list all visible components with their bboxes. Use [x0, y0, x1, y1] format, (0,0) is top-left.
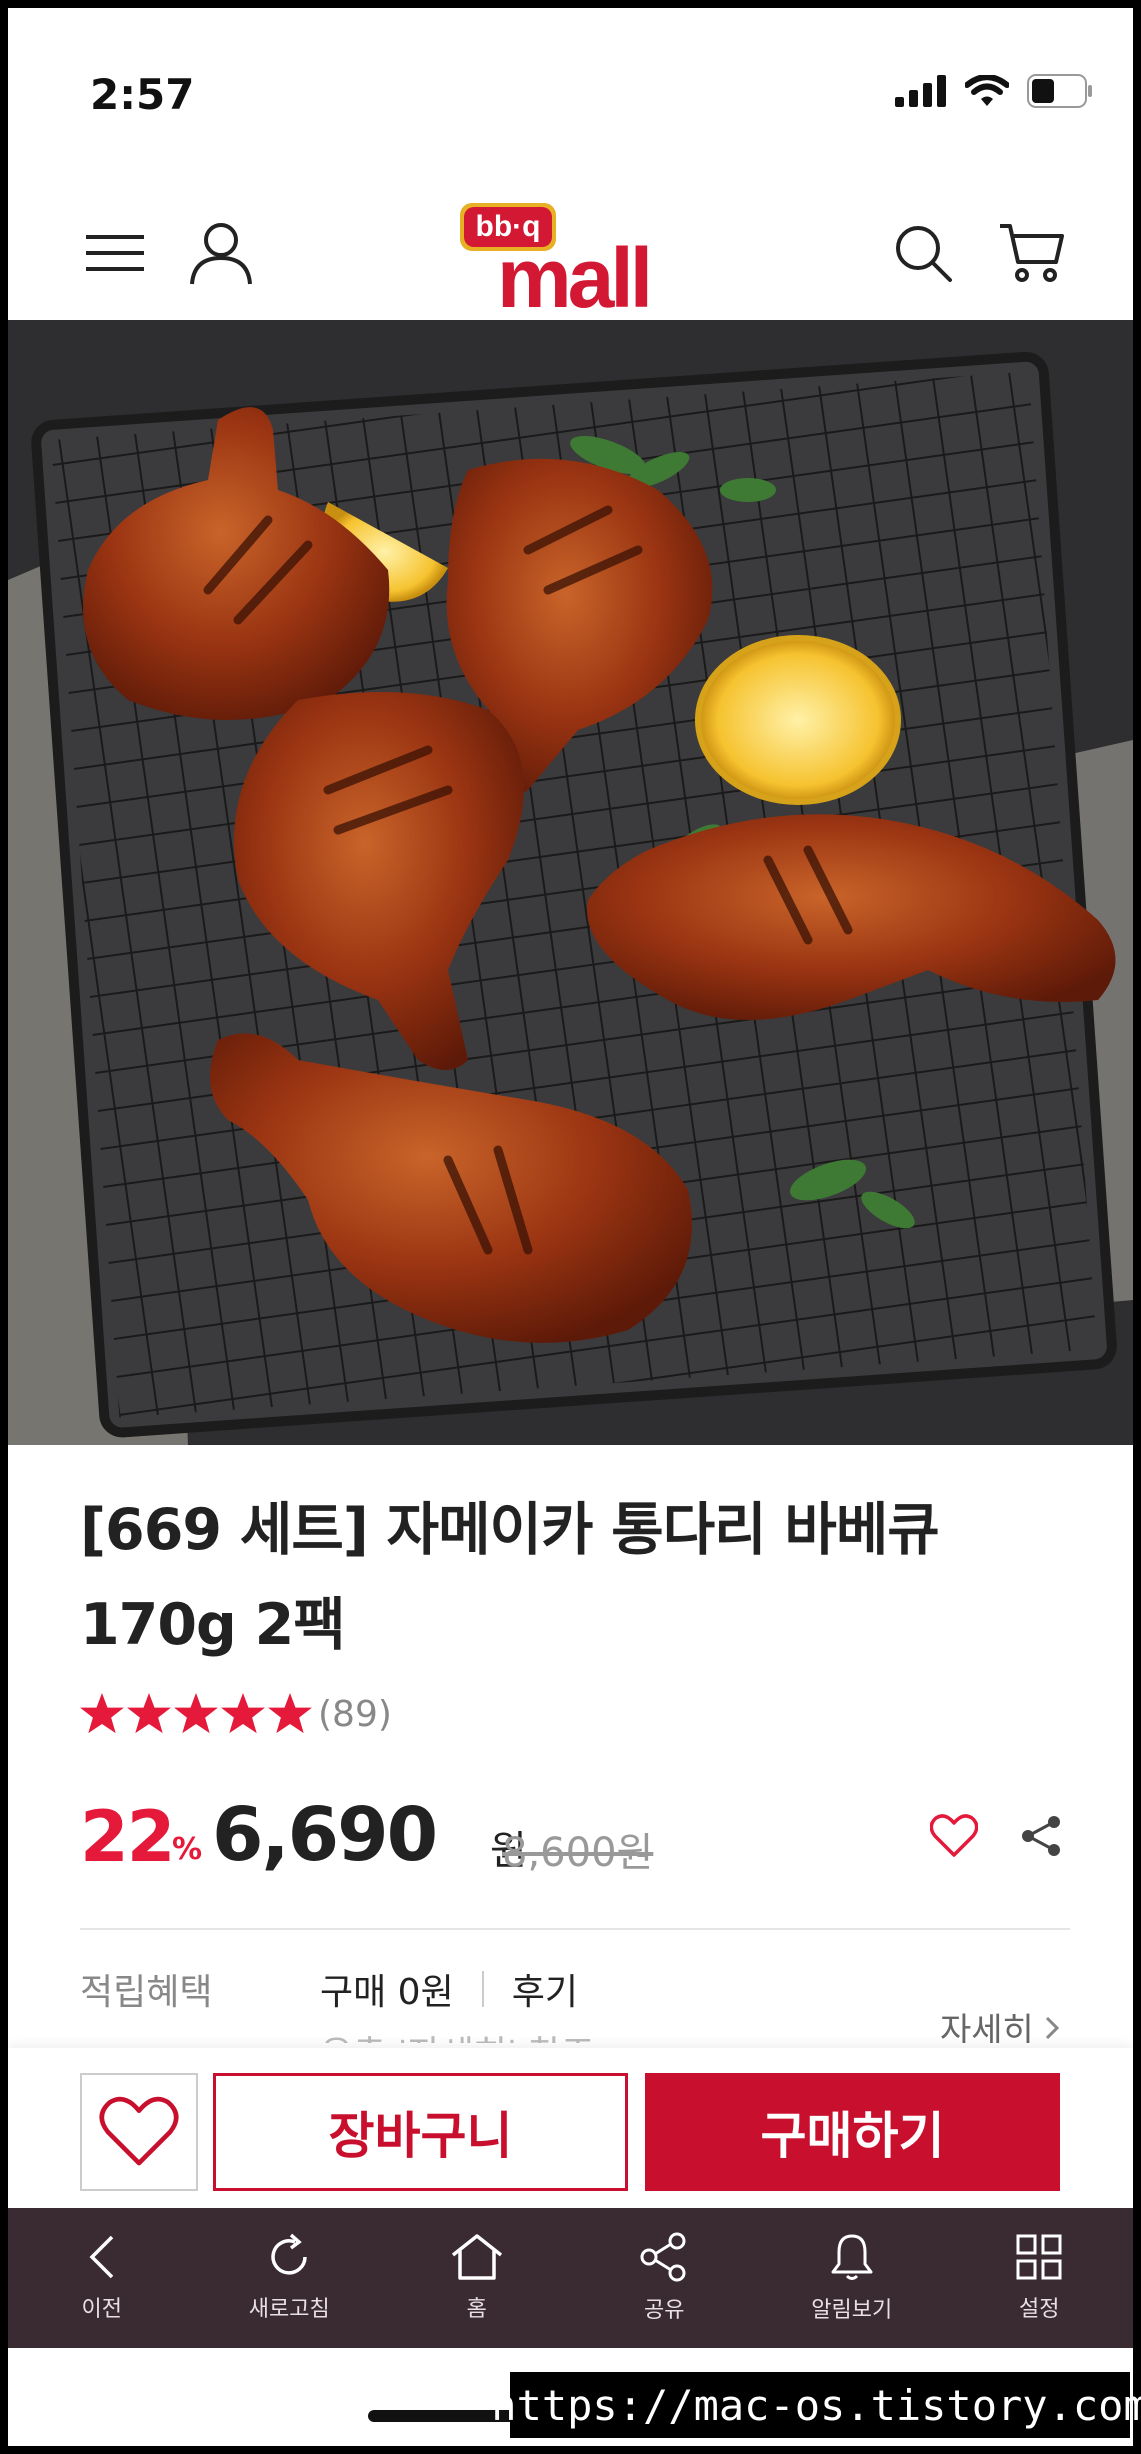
- cart-button[interactable]: [996, 218, 1066, 288]
- cart-icon: [1000, 224, 1064, 282]
- grid-icon: [1016, 2234, 1062, 2280]
- benefit-purchase: 구매 0원: [320, 1972, 454, 2013]
- purchase-bar: 장바구니 구매하기: [8, 2048, 1133, 2208]
- logo-bottom-text: mall: [497, 231, 649, 313]
- discount-unit: %: [172, 1832, 203, 1867]
- divider: [80, 1928, 1070, 1930]
- watermark-text: https://mac-os.tistory.com: [491, 2372, 1141, 2438]
- product-image[interactable]: [8, 320, 1133, 1445]
- nav-label: 공유: [644, 2298, 685, 2323]
- star-icon: [174, 1693, 218, 1734]
- nav-label: 홈: [466, 2297, 487, 2322]
- nav-label: 알림보기: [811, 2298, 893, 2323]
- star-icon: [221, 1693, 265, 1734]
- review-count: (89): [318, 1693, 392, 1735]
- benefit-separator: [481, 1971, 484, 2007]
- nav-share[interactable]: 공유: [571, 2208, 759, 2348]
- heart-icon: [929, 1814, 979, 1857]
- benefit-items: 구매 0원 후기: [320, 1963, 578, 2015]
- benefit-more-link[interactable]: 자세히: [940, 2003, 1060, 2043]
- status-bar: 2:57: [8, 8, 1133, 178]
- wishlist-button[interactable]: [80, 2073, 198, 2191]
- bell-icon: [831, 2234, 873, 2280]
- nav-notifications[interactable]: 알림보기: [758, 2208, 946, 2348]
- hamburger-icon: [86, 235, 144, 271]
- menu-button[interactable]: [80, 218, 150, 288]
- nav-refresh[interactable]: 새로고침: [196, 2208, 384, 2348]
- rating-stars: [80, 1693, 312, 1735]
- add-to-cart-button[interactable]: 장바구니: [213, 2073, 628, 2191]
- phone-screen: 2:57 bb·q mall [669 세트] 자메이카 통다리 바베큐 170…: [8, 8, 1133, 2446]
- star-icon: [268, 1693, 312, 1734]
- chevron-right-icon: [1045, 2016, 1059, 2039]
- nav-home[interactable]: 홈: [383, 2208, 571, 2348]
- benefit-label: 적립혜택: [80, 1972, 213, 2013]
- nav-label: 이전: [81, 2297, 122, 2322]
- star-icon: [80, 1693, 124, 1734]
- product-title-line1: [669 세트] 자메이카 통다리 바베큐: [80, 1497, 940, 1563]
- wifi-icon: [965, 75, 1009, 106]
- sale-price: 6,690: [212, 1792, 438, 1878]
- benefit-review: 후기: [511, 1972, 578, 2013]
- search-button[interactable]: [888, 218, 958, 288]
- nav-label: 설정: [1019, 2297, 1060, 2322]
- heart-icon: [99, 2096, 179, 2166]
- account-button[interactable]: [186, 218, 256, 288]
- status-icons: [895, 74, 1093, 108]
- benefit-more-label: 자세히: [940, 2011, 1034, 2043]
- price-row: 22 % 6,690 원 8,600원: [80, 1788, 1070, 1888]
- bottom-navigation: 이전 새로고침 홈 공유 알림보기 설정: [8, 2208, 1133, 2348]
- search-icon: [896, 226, 952, 282]
- app-header: bb·q mall: [8, 178, 1133, 328]
- product-title: [669 세트] 자메이카 통다리 바베큐 170g 2팩: [80, 1483, 1060, 1673]
- back-icon: [89, 2235, 113, 2279]
- home-icon: [451, 2234, 502, 2280]
- star-icon: [127, 1693, 171, 1734]
- discount-rate: 22: [80, 1796, 175, 1878]
- status-time: 2:57: [90, 70, 195, 119]
- share-button-small[interactable]: [1020, 1814, 1064, 1862]
- benefit-note: 우측 '자세히' 참조: [320, 2025, 595, 2043]
- benefit-section: 적립혜택 구매 0원 후기 우측 '자세히' 참조 자세히: [80, 1963, 1070, 2043]
- battery-icon: [1027, 74, 1092, 108]
- nav-settings[interactable]: 설정: [946, 2208, 1134, 2348]
- signal-icon: [895, 75, 946, 107]
- share-icon: [1022, 1816, 1060, 1856]
- nav-back[interactable]: 이전: [8, 2208, 196, 2348]
- bbq-mall-logo[interactable]: bb·q mall: [455, 203, 695, 325]
- product-title-line2: 170g 2팩: [80, 1592, 346, 1658]
- nav-label: 새로고침: [248, 2297, 330, 2322]
- share-icon: [640, 2232, 686, 2282]
- refresh-icon: [271, 2233, 307, 2275]
- original-price: 8,600원: [502, 1830, 654, 1876]
- user-icon: [190, 223, 252, 285]
- product-rating[interactable]: (89): [80, 1693, 392, 1735]
- buy-now-button[interactable]: 구매하기: [645, 2073, 1060, 2191]
- wishlist-button-small[interactable]: [929, 1814, 979, 1862]
